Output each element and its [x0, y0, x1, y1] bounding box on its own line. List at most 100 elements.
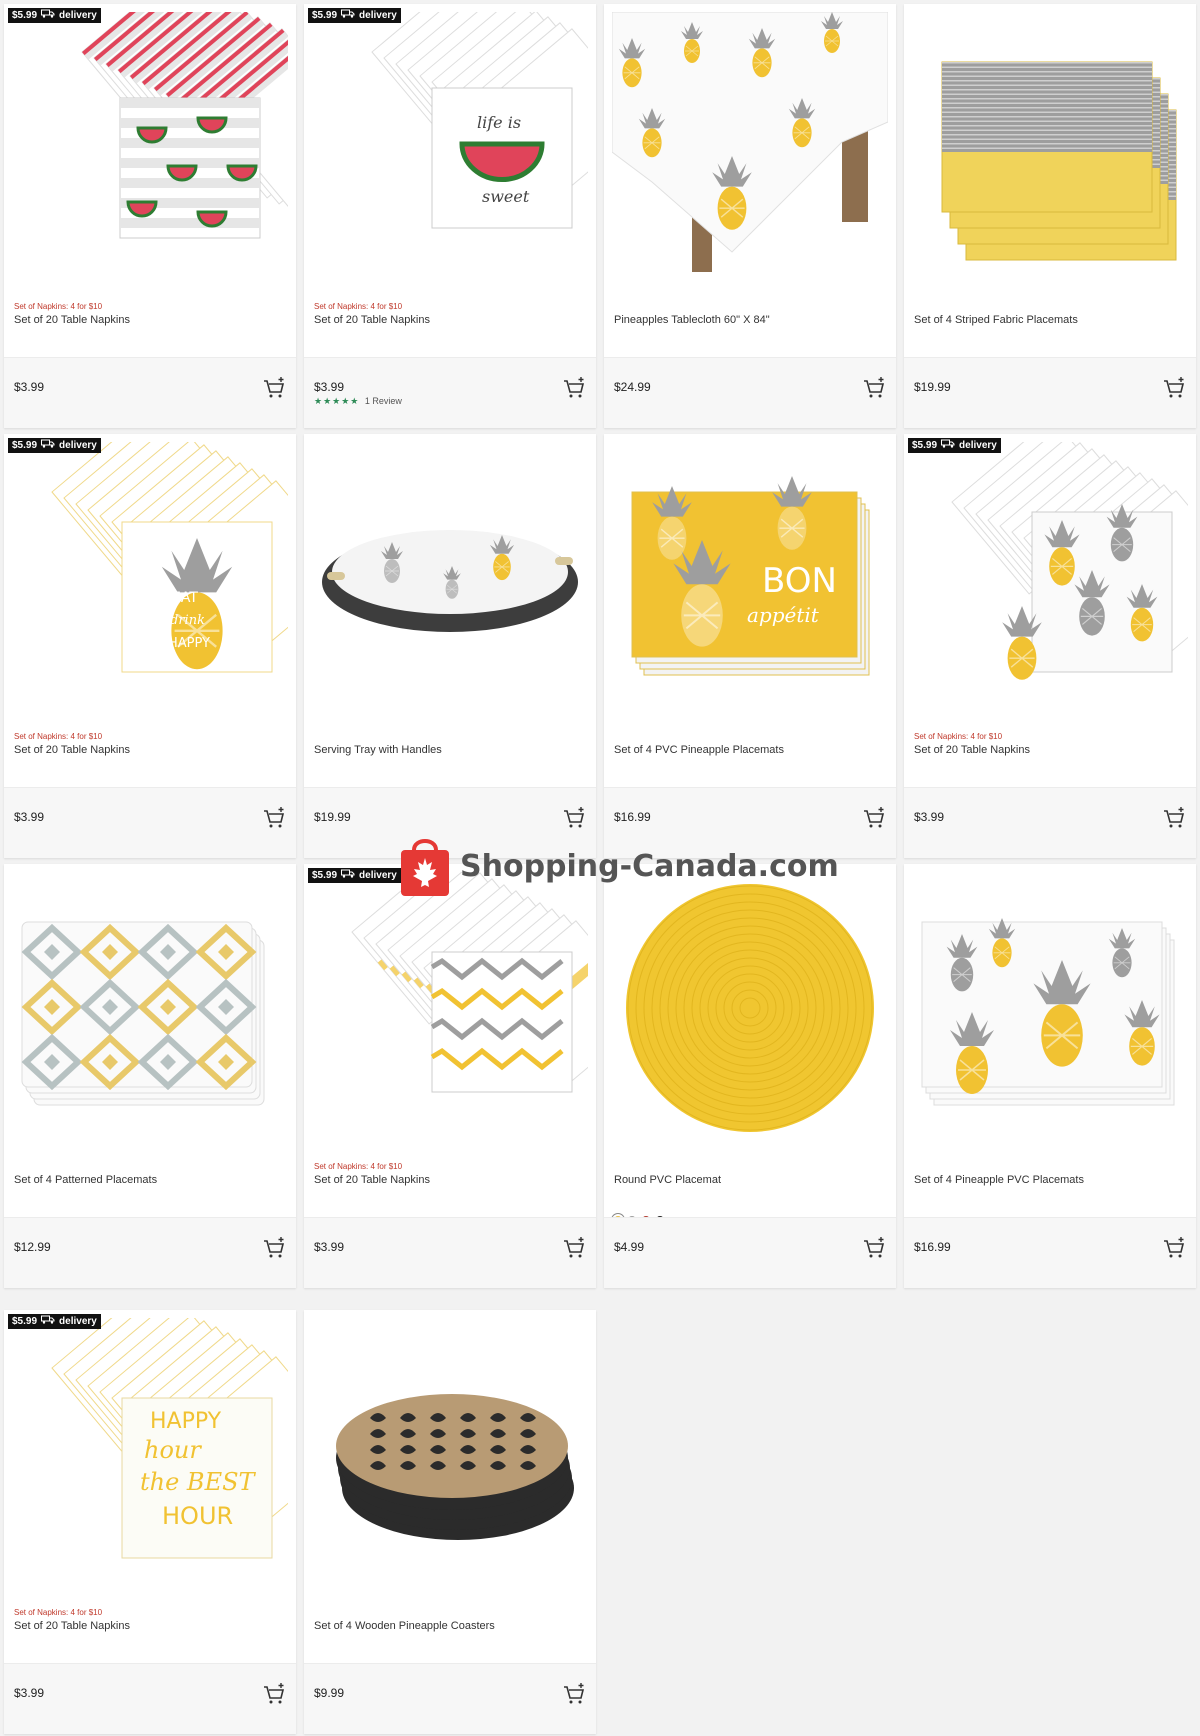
- product-card[interactable]: Pineapples Tablecloth 60" X 84" $24.99: [604, 4, 896, 428]
- life-is-sweet-napkins-icon: life is sweet: [371, 12, 588, 229]
- product-card[interactable]: Serving Tray with Handles $19.99: [304, 434, 596, 858]
- product-name[interactable]: Set of 20 Table Napkins: [314, 1174, 584, 1186]
- product-image[interactable]: EAT drink HAPPY: [12, 442, 288, 714]
- delivery-badge: $5.99 delivery: [308, 868, 401, 883]
- product-image[interactable]: [12, 872, 288, 1144]
- add-to-cart-icon[interactable]: [562, 376, 586, 400]
- truck-icon: [41, 8, 55, 23]
- shopping-bag-logo-icon: [401, 839, 449, 896]
- product-card[interactable]: Set of 4 Striped Fabric Placemats $19.99: [904, 4, 1196, 428]
- add-to-cart-icon[interactable]: [262, 1682, 286, 1706]
- product-price: $12.99: [14, 1240, 51, 1254]
- product-image[interactable]: [312, 442, 588, 714]
- product-image[interactable]: [612, 872, 888, 1144]
- bon-appetit-placemats-icon: BON appétit: [631, 476, 870, 676]
- product-card[interactable]: $5.99 delivery HAPPY hour the BEST HOUR S…: [4, 1310, 296, 1734]
- product-name[interactable]: Set of 4 Wooden Pineapple Coasters: [314, 1620, 584, 1632]
- add-to-cart-icon[interactable]: [562, 1682, 586, 1706]
- promo-text: Set of Napkins: 4 for $10: [14, 302, 103, 311]
- delivery-badge-price: $5.99: [312, 870, 338, 881]
- svg-text:HOUR: HOUR: [162, 1502, 233, 1530]
- pineapple-pvc-placemats-icon: [921, 918, 1175, 1106]
- product-price: $24.99: [614, 380, 651, 394]
- product-image[interactable]: life is sweet: [312, 12, 588, 284]
- delivery-badge-label: delivery: [59, 1316, 97, 1327]
- promo-text: Set of Napkins: 4 for $10: [914, 732, 1003, 741]
- product-image[interactable]: [312, 1318, 588, 1590]
- product-card[interactable]: Set of 4 Pineapple PVC Placemats $16.99: [904, 864, 1196, 1288]
- svg-text:hour: hour: [144, 1436, 202, 1464]
- product-price: $4.99: [614, 1240, 645, 1254]
- promo-text: Set of Napkins: 4 for $10: [314, 302, 403, 311]
- product-price: $16.99: [914, 1240, 951, 1254]
- product-footer: $3.99: [4, 357, 296, 428]
- product-price: $19.99: [314, 810, 351, 824]
- product-card[interactable]: $5.99 delivery life is sweet Set of Napki…: [304, 4, 596, 428]
- product-name[interactable]: Set of 4 PVC Pineapple Placemats: [614, 744, 884, 756]
- delivery-badge: $5.99 delivery: [8, 8, 101, 23]
- add-to-cart-icon[interactable]: [1162, 376, 1186, 400]
- product-image[interactable]: [312, 872, 588, 1144]
- add-to-cart-icon[interactable]: [862, 376, 886, 400]
- product-image[interactable]: [912, 442, 1188, 714]
- review-count: 1 Review: [364, 396, 402, 406]
- svg-text:EAT: EAT: [172, 590, 198, 606]
- product-price: $3.99: [314, 1240, 345, 1254]
- truck-icon: [41, 438, 55, 453]
- delivery-badge-label: delivery: [59, 440, 97, 451]
- product-price: $3.99: [14, 810, 45, 824]
- product-name[interactable]: Set of 20 Table Napkins: [14, 744, 284, 756]
- product-card[interactable]: $5.99 delivery Set of Napkins: 4 for $10…: [4, 4, 296, 428]
- product-name[interactable]: Set of 4 Pineapple PVC Placemats: [914, 1174, 1184, 1186]
- product-footer: $24.99: [604, 357, 896, 428]
- product-name[interactable]: Round PVC Placemat: [614, 1174, 884, 1186]
- product-name[interactable]: Pineapples Tablecloth 60" X 84": [614, 314, 884, 326]
- product-price: $3.99: [14, 380, 45, 394]
- product-name[interactable]: Set of 20 Table Napkins: [914, 744, 1184, 756]
- delivery-badge: $5.99 delivery: [908, 438, 1001, 453]
- round-placemat-icon: [626, 884, 874, 1132]
- delivery-badge-price: $5.99: [12, 1316, 38, 1327]
- add-to-cart-icon[interactable]: [1162, 806, 1186, 830]
- promo-text: Set of Napkins: 4 for $10: [314, 1162, 403, 1171]
- product-image[interactable]: HAPPY hour the BEST HOUR: [12, 1318, 288, 1590]
- product-name[interactable]: Set of 4 Striped Fabric Placemats: [914, 314, 1184, 326]
- add-to-cart-icon[interactable]: [562, 806, 586, 830]
- product-name[interactable]: Serving Tray with Handles: [314, 744, 584, 756]
- svg-text:the BEST: the BEST: [140, 1468, 257, 1496]
- promo-text: Set of Napkins: 4 for $10: [14, 732, 103, 741]
- product-card[interactable]: Set of 4 Wooden Pineapple Coasters $9.99: [304, 1310, 596, 1734]
- product-name[interactable]: Set of 20 Table Napkins: [14, 314, 284, 326]
- svg-text:appétit: appétit: [747, 603, 820, 627]
- product-card[interactable]: $5.99 delivery Set of Napkins: 4 for $10…: [304, 864, 596, 1288]
- pineapple-tablecloth-icon: [612, 12, 888, 272]
- product-card[interactable]: $5.99 delivery EAT drink HAPPY Set of Nap…: [4, 434, 296, 858]
- add-to-cart-icon[interactable]: [862, 1236, 886, 1260]
- product-name[interactable]: Set of 4 Patterned Placemats: [14, 1174, 284, 1186]
- product-card[interactable]: BON appétit Set of 4 PVC Pineapple Placem…: [604, 434, 896, 858]
- rating[interactable]: ★★★★★ 1 Review: [314, 396, 402, 407]
- product-image[interactable]: BON appétit: [612, 442, 888, 714]
- happy-hour-napkins-icon: HAPPY hour the BEST HOUR: [51, 1318, 288, 1559]
- delivery-badge-label: delivery: [359, 10, 397, 21]
- add-to-cart-icon[interactable]: [262, 806, 286, 830]
- product-footer: $3.99 ★★★★★ 1 Review: [304, 357, 596, 428]
- product-card[interactable]: Set of 4 Patterned Placemats $12.99: [4, 864, 296, 1288]
- add-to-cart-icon[interactable]: [862, 806, 886, 830]
- product-image[interactable]: [612, 12, 888, 284]
- product-name[interactable]: Set of 20 Table Napkins: [14, 1620, 284, 1632]
- product-price: $16.99: [614, 810, 651, 824]
- product-image[interactable]: [912, 872, 1188, 1144]
- add-to-cart-icon[interactable]: [262, 376, 286, 400]
- product-footer: $16.99: [904, 1217, 1196, 1288]
- add-to-cart-icon[interactable]: [1162, 1236, 1186, 1260]
- add-to-cart-icon[interactable]: [262, 1236, 286, 1260]
- product-image[interactable]: [912, 12, 1188, 284]
- product-image[interactable]: [12, 12, 288, 284]
- product-name[interactable]: Set of 20 Table Napkins: [314, 314, 584, 326]
- product-footer: $4.99: [604, 1217, 896, 1288]
- add-to-cart-icon[interactable]: [562, 1236, 586, 1260]
- product-card[interactable]: Round PVC Placemat $4.99: [604, 864, 896, 1288]
- product-card[interactable]: $5.99 delivery Set of Napkins: 4 for $10…: [904, 434, 1196, 858]
- svg-text:BON: BON: [762, 561, 837, 601]
